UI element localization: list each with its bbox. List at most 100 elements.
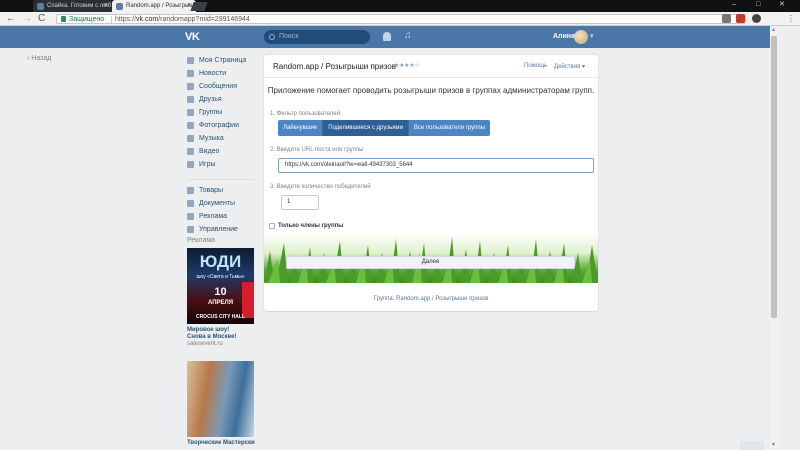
avatar[interactable] <box>574 30 588 44</box>
news-icon <box>187 70 194 77</box>
browser-tab[interactable]: Спайка. Готовим с люб × <box>33 0 113 12</box>
sidebar-item-news[interactable]: Новости <box>187 69 262 82</box>
url-prefix: https:// <box>115 16 137 23</box>
sidebar-item-messages[interactable]: Сообщения <box>187 82 262 95</box>
sidebar-item-label: Управление <box>199 226 238 233</box>
url-label: 2. Введите URL поста или группы <box>270 147 364 153</box>
group-footer-link[interactable]: Группа: Random.app / Розыгрыши призов <box>264 296 598 302</box>
url-omnibox[interactable]: Защищено https://vk.com/randomapp?mid=29… <box>56 14 746 24</box>
browser-tab-active[interactable]: Random.app / Розыгрыш × <box>112 0 196 12</box>
maximize-icon[interactable]: □ <box>756 0 760 10</box>
vk-favicon-icon <box>37 3 44 10</box>
extension-icon[interactable] <box>752 14 761 23</box>
sidebar-item-documents[interactable]: Документы <box>187 199 262 212</box>
omnibox-separator <box>111 16 112 23</box>
filter-option-all-members[interactable]: Все пользователи группы <box>408 120 490 136</box>
next-button[interactable]: Далее <box>286 256 575 269</box>
back-link[interactable]: ‹ Назад <box>27 55 51 62</box>
app-card-header: Random.app / Розыгрыши призов ★★★★☆ Помо… <box>264 55 598 78</box>
minimize-icon[interactable]: – <box>732 0 736 10</box>
video-icon <box>187 148 194 155</box>
url-text: https://vk.com/randomapp?mid=299146944 <box>115 15 250 24</box>
ads-icon <box>187 213 194 220</box>
lock-icon <box>61 16 66 22</box>
group-members-only-checkbox[interactable] <box>269 223 275 229</box>
ad-venue: CROCUS CITY HALL <box>195 314 246 320</box>
page-title: Random.app / Розыгрыши призов <box>273 62 396 71</box>
sidebar-item-my-page[interactable]: Моя Страница <box>187 56 262 69</box>
sidebar-item-label: Группы <box>199 109 223 116</box>
winners-count-input[interactable]: 1 <box>281 195 319 210</box>
ad-caption-line: Мировое шоу! <box>187 327 230 333</box>
sidebar-item-label: Документы <box>199 200 236 207</box>
post-url-input[interactable]: https://vk.com/oleinaoil?w=wall-49437303… <box>278 158 594 173</box>
adblock-extension-icon[interactable] <box>736 14 745 23</box>
chat-widget-tab[interactable] <box>740 441 764 450</box>
friends-icon <box>187 96 194 103</box>
sidebar-item-music[interactable]: Музыка <box>187 134 262 147</box>
search-placeholder: Поиск <box>279 33 299 40</box>
sidebar-item-label: Друзья <box>199 96 222 103</box>
app-intro-text: Приложение помогает проводить розыгрыши … <box>267 86 595 95</box>
sidebar-item-photos[interactable]: Фотографии <box>187 121 262 134</box>
new-tab-button[interactable] <box>190 2 208 11</box>
vk-logo[interactable]: VK <box>185 31 200 43</box>
notifications-bell-icon[interactable] <box>383 32 391 41</box>
tab-close-icon[interactable]: × <box>104 0 108 12</box>
ads-title: Реклама <box>187 237 216 244</box>
winners-count-label: 3. Введите количество победителей <box>270 184 371 190</box>
sidebar-item-label: Новости <box>199 70 227 77</box>
sidebar-item-label: Видео <box>199 148 220 155</box>
chevron-down-icon[interactable]: ▾ <box>590 32 594 40</box>
sidebar-item-label: Товары <box>199 187 224 194</box>
ad-banner-show[interactable]: ЮДИ шоу «Света и Тьмы» 10 АПРЕЛЯ CROCUS … <box>187 248 254 324</box>
back-arrow-icon[interactable]: ← <box>6 13 16 25</box>
sidebar-item-friends[interactable]: Друзья <box>187 95 262 108</box>
sidebar-item-groups[interactable]: Группы <box>187 108 262 121</box>
incognito-extension-icon[interactable] <box>722 14 731 23</box>
filter-segmented-control: Лайкнувшие Поделившиеся с друзьями Все п… <box>278 120 490 136</box>
forward-arrow-icon[interactable]: → <box>22 13 32 25</box>
reload-icon[interactable]: C <box>38 13 45 25</box>
ad-banner-image[interactable] <box>187 361 254 437</box>
sidebar-item-video[interactable]: Видео <box>187 147 262 160</box>
rating-stars: ★★★★☆ <box>394 63 420 69</box>
scroll-up-icon[interactable]: ▲ <box>771 27 776 33</box>
search-input[interactable]: Поиск <box>264 30 370 44</box>
group-members-only-label[interactable]: Только члены группы <box>278 223 343 229</box>
filter-label: 1. Фильтр пользователей: <box>270 111 342 117</box>
sidebar-item-ads[interactable]: Реклама <box>187 212 262 225</box>
home-icon <box>187 57 194 64</box>
ad-caption-line: Снова в Москве! <box>187 334 237 340</box>
user-name[interactable]: Алина <box>553 33 575 40</box>
secure-label: Защищено <box>69 16 105 23</box>
ad-caption[interactable]: Творческие Мастерски <box>187 440 255 446</box>
scrollbar-thumb[interactable] <box>771 36 777 318</box>
browser-tab-label: Спайка. Готовим с люб <box>47 3 112 9</box>
search-icon <box>269 34 275 40</box>
close-window-icon[interactable]: ✕ <box>779 0 785 10</box>
ad-caption[interactable]: Мировое шоу! Снова в Москве! <box>187 327 236 341</box>
scroll-down-icon[interactable]: ▼ <box>771 442 776 448</box>
photos-icon <box>187 122 194 129</box>
sidebar-item-label: Игры <box>199 161 216 168</box>
browser-menu-icon[interactable]: ⋮ <box>787 13 795 25</box>
ad-domain[interactable]: salesevent.ru <box>187 341 223 347</box>
filter-option-shared[interactable]: Поделившиеся с друзьями <box>323 120 409 136</box>
vk-favicon-icon <box>116 3 123 10</box>
filter-option-liked[interactable]: Лайкнувшие <box>278 120 324 136</box>
sidebar-item-label: Моя Страница <box>199 57 247 64</box>
sidebar-item-label: Музыка <box>199 135 224 142</box>
music-player-icon[interactable]: ♫ <box>404 30 412 41</box>
url-path: /randomapp?mid=299146944 <box>158 16 250 23</box>
sidebar-item-goods[interactable]: Товары <box>187 186 262 199</box>
actions-dropdown[interactable]: Действия ▾ <box>554 63 585 70</box>
help-link[interactable]: Помощь <box>524 63 547 69</box>
nav-divider <box>187 179 255 180</box>
goods-icon <box>187 187 194 194</box>
messages-icon <box>187 83 194 90</box>
sidebar-item-label: Реклама <box>199 213 228 220</box>
sidebar-item-games[interactable]: Игры <box>187 160 262 173</box>
browser-tab-label: Random.app / Розыгрыш <box>126 3 195 9</box>
games-icon <box>187 161 194 168</box>
